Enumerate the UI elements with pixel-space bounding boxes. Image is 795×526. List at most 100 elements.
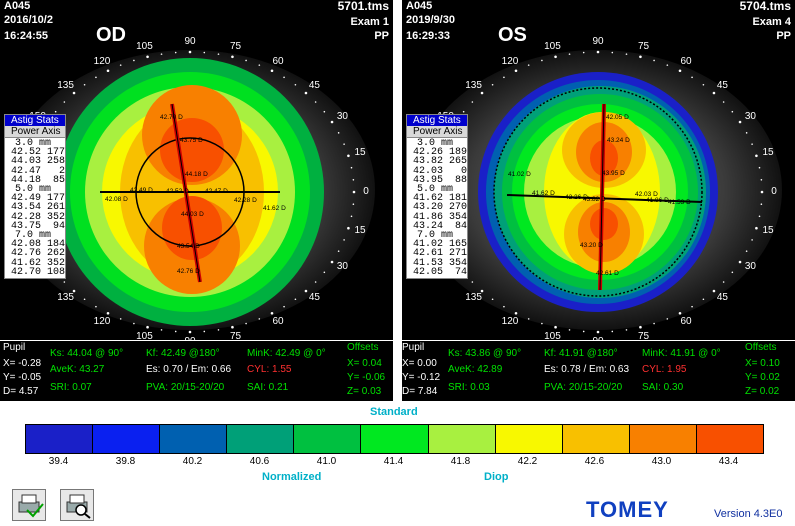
- scale-swatch: [93, 425, 161, 453]
- scale-tick-label: 41.8: [450, 456, 471, 467]
- diop-label: Diop: [484, 471, 509, 483]
- angle-label: 15: [762, 147, 774, 159]
- os-pupil-d: D= 7.84: [402, 386, 438, 397]
- scale-tick-label: 43.0: [651, 456, 672, 467]
- map-value-label: 44.03 D: [181, 211, 204, 218]
- angle-tick: [72, 91, 76, 95]
- angle-tick: [314, 281, 317, 283]
- scale-tick-label: 41.0: [316, 456, 337, 467]
- angle-label: 105: [136, 41, 153, 53]
- os-patient-id: A045: [406, 0, 433, 12]
- os-astig-row: 42.05 74: [413, 266, 468, 278]
- os-es-em: Es: 0.78 / Em: 0.63: [544, 364, 630, 375]
- os-power-axis-button[interactable]: Power Axis: [407, 126, 467, 138]
- angle-label: 45: [308, 79, 320, 91]
- os-mink: MinK: 41.91 @ 0°: [642, 348, 721, 359]
- angle-tick: [350, 166, 353, 169]
- angle-tick: [568, 53, 571, 55]
- os-kf: Kf: 41.91 @180°: [544, 348, 618, 359]
- angle-label: 0: [771, 186, 777, 197]
- map-value-label: 43.24 D: [607, 137, 630, 144]
- angle-label: 135: [57, 79, 74, 91]
- os-pva: PVA: 20/15-20/20: [544, 382, 623, 393]
- angle-tick: [119, 318, 122, 320]
- angle-tick: [702, 83, 705, 86]
- angle-tick: [760, 190, 764, 194]
- angle-label: 90: [592, 36, 604, 47]
- angle-label: 120: [501, 56, 519, 68]
- angle-tick: [304, 91, 308, 95]
- angle-tick: [751, 239, 753, 241]
- scale-tick-label: 39.8: [115, 456, 136, 467]
- angle-tick: [343, 239, 345, 241]
- angle-tick: [83, 298, 86, 301]
- scale-tick-label: 40.6: [249, 456, 270, 467]
- map-value-label: 42.49 D: [130, 187, 153, 194]
- angle-tick: [480, 91, 484, 95]
- od-astig-stats-button[interactable]: Astig Stats: [5, 115, 65, 126]
- od-pp: PP: [374, 30, 389, 42]
- angle-tick: [283, 305, 285, 308]
- angle-tick: [582, 330, 585, 333]
- angle-label: 30: [336, 261, 348, 272]
- angle-label: 120: [93, 315, 111, 327]
- map-value-label: 43.82 D: [583, 196, 606, 203]
- angle-tick: [666, 318, 669, 320]
- angle-tick: [231, 325, 234, 329]
- angle-tick: [188, 330, 192, 334]
- od-offset-y: Y= -0.06: [347, 372, 386, 383]
- angle-tick: [188, 50, 192, 54]
- scale-swatch: [26, 425, 94, 453]
- angle-tick: [731, 110, 734, 113]
- os-date: 2019/9/30: [406, 14, 455, 26]
- angle-tick: [352, 203, 355, 206]
- print-preview-button[interactable]: [60, 489, 94, 521]
- os-astig-stats-button[interactable]: Astig Stats: [407, 115, 467, 126]
- os-pp: PP: [776, 30, 791, 42]
- scale-tick-label: 39.4: [48, 456, 69, 467]
- angle-label: 135: [465, 79, 482, 91]
- angle-label: 15: [354, 224, 366, 236]
- od-power-axis-button[interactable]: Power Axis: [5, 126, 65, 138]
- angle-tick: [174, 330, 177, 333]
- angle-tick: [653, 59, 655, 62]
- angle-tick: [160, 53, 163, 55]
- angle-label: 105: [136, 330, 153, 340]
- angle-tick: [54, 110, 57, 113]
- od-info-panel: Pupil X= -0.28 Y= -0.05 D= 4.57 Ks: 44.0…: [0, 341, 393, 401]
- os-ks: Ks: 43.86 @ 90°: [448, 348, 522, 359]
- od-offset-z: Z= 0.03: [347, 386, 382, 397]
- scale-swatch: [227, 425, 295, 453]
- scale-swatch: [562, 425, 630, 453]
- angle-tick: [503, 305, 505, 308]
- angle-label: 0: [363, 186, 369, 197]
- angle-label: 90: [180, 336, 200, 340]
- angle-tick: [758, 215, 761, 218]
- od-pupil-y: Y= -0.05: [3, 372, 42, 383]
- angle-tick: [95, 76, 97, 79]
- angle-tick: [639, 55, 642, 59]
- angle-tick: [283, 76, 285, 79]
- scale-swatch: [629, 425, 697, 453]
- map-value-label: 41.02 D: [508, 171, 531, 178]
- angle-tick: [95, 305, 97, 308]
- angle-label: 45: [716, 292, 728, 304]
- angle-tick: [258, 318, 261, 320]
- scale-swatch: [294, 425, 362, 453]
- angle-tick: [337, 132, 340, 134]
- angle-tick: [625, 53, 628, 55]
- angle-tick: [337, 250, 340, 252]
- scale-tick-label: 42.2: [517, 456, 538, 467]
- od-sai: SAI: 0.21: [247, 382, 289, 393]
- os-offset-z: Z= 0.02: [745, 386, 780, 397]
- angle-tick: [554, 325, 557, 329]
- angle-label: 60: [272, 56, 284, 68]
- od-time: 16:24:55: [4, 30, 49, 42]
- map-value-label: 43.95 D: [602, 170, 625, 177]
- os-info-panel: Pupil X= 0.00 Y= -0.12 D= 7.84 Ks: 43.86…: [402, 341, 795, 401]
- scale-swatch: [361, 425, 429, 453]
- od-pva: PVA: 20/15-20/20: [146, 382, 225, 393]
- map-value-label: 42.70 D: [160, 114, 183, 121]
- od-kf: Kf: 42.49 @180°: [146, 348, 220, 359]
- print-button[interactable]: [12, 489, 46, 521]
